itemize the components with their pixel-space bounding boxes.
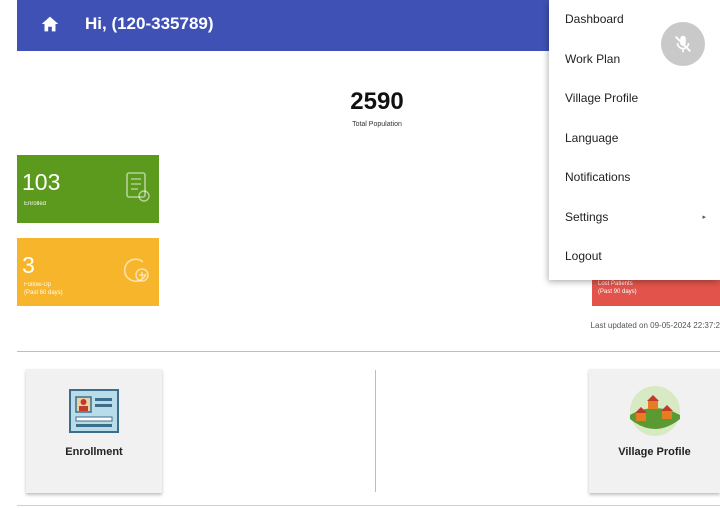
- menu-item-settings[interactable]: Settings ▸: [549, 198, 720, 238]
- greeting-title: Hi, (120-335789): [85, 14, 214, 33]
- enrolled-count: 103: [22, 169, 61, 195]
- vertical-divider: [375, 370, 376, 492]
- mic-off-icon: [675, 35, 691, 53]
- clock-add-icon: [123, 258, 149, 283]
- enrolled-label: Enrolled: [24, 201, 47, 207]
- village-profile-card[interactable]: Village Profile: [589, 369, 720, 493]
- bottom-divider: [17, 505, 720, 506]
- section-divider: [17, 351, 720, 352]
- id-card-icon: [69, 389, 119, 433]
- follow-up-tile[interactable]: 3 Follow-Up (Past 60 days): [17, 238, 159, 306]
- menu-item-language[interactable]: Language: [549, 119, 720, 159]
- lost-patients-label-line1: Lost Patients: [598, 281, 633, 287]
- follow-up-label-line1: Follow-Up: [24, 282, 52, 288]
- last-updated-text: Last updated on 09-05-2024 22:37:2: [590, 321, 720, 330]
- population-value: 2590: [350, 88, 404, 115]
- mic-off-button[interactable]: [661, 22, 705, 66]
- follow-up-count: 3: [22, 252, 35, 278]
- lost-patients-label-line2: (Past 90 days): [598, 289, 637, 295]
- chevron-right-icon: ▸: [702, 213, 706, 221]
- follow-up-label: Follow-Up (Past 60 days): [24, 281, 63, 297]
- enrollment-card[interactable]: Enrollment: [26, 369, 162, 493]
- menu-item-village-profile[interactable]: Village Profile: [549, 79, 720, 119]
- menu-item-notifications[interactable]: Notifications: [549, 158, 720, 198]
- enrollment-label: Enrollment: [65, 446, 123, 458]
- lost-patients-label: Lost Patients (Past 90 days): [598, 280, 637, 296]
- village-profile-label: Village Profile: [618, 446, 691, 458]
- follow-up-label-line2: (Past 60 days): [24, 290, 63, 296]
- menu-item-settings-label: Settings: [565, 209, 609, 224]
- population-summary: 2590 Total Population: [327, 88, 427, 128]
- enrolled-tile[interactable]: 103 Enrolled: [17, 155, 159, 223]
- population-label: Total Population: [352, 121, 402, 128]
- checklist-icon: [126, 172, 150, 202]
- home-icon[interactable]: [39, 13, 61, 35]
- menu-item-logout[interactable]: Logout: [549, 237, 720, 277]
- village-icon: [630, 386, 680, 436]
